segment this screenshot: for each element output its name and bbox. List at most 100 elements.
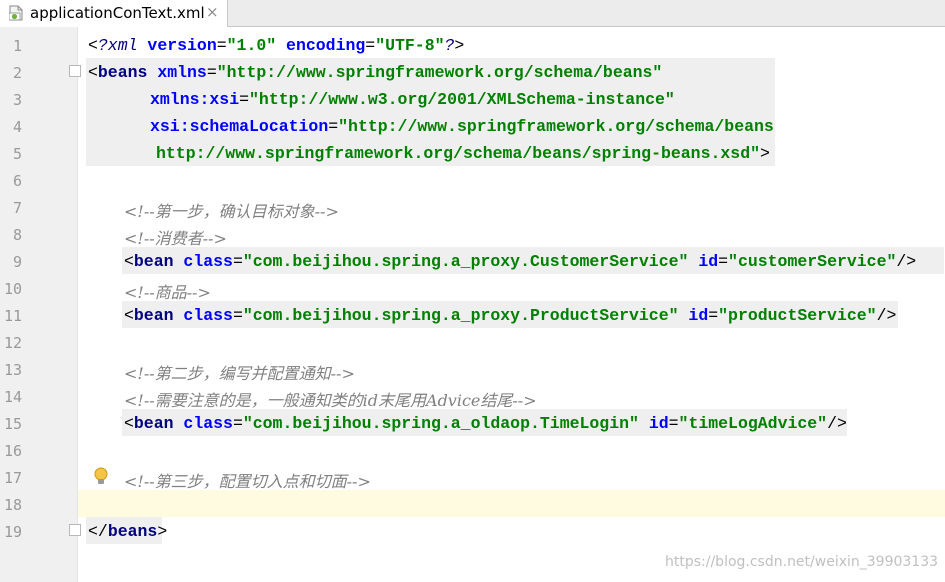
- line-number: 9: [12, 253, 22, 271]
- code-line[interactable]: 1 <?xml version="1.0" encoding="UTF-8"?>: [0, 31, 945, 58]
- line-number: 12: [3, 334, 22, 352]
- code-token: />: [827, 414, 847, 433]
- code-token: ?: [444, 36, 455, 55]
- code-line[interactable]: 16: [0, 436, 945, 463]
- code-line[interactable]: 11 <bean class="com.beijihou.spring.a_pro…: [0, 301, 945, 328]
- line-number: 14: [3, 388, 22, 406]
- code-token: "http://www.springframework.org/schema/b…: [216, 63, 663, 82]
- line-number: 13: [3, 361, 22, 379]
- code-token: xmlns: [157, 63, 207, 82]
- code-token: xsi:schemaLocation: [150, 117, 329, 136]
- line-number: 1: [12, 37, 22, 55]
- code-token: id: [678, 306, 709, 325]
- code-line[interactable]: 3 xmlns:xsi="http://www.w3.org/2001/XMLSc…: [0, 85, 945, 112]
- code-line[interactable]: 18: [0, 490, 945, 517]
- code-line[interactable]: 13 <!--第二步，编写并配置通知-->: [0, 355, 945, 384]
- code-line[interactable]: 19 </beans>: [0, 517, 945, 544]
- tab-title: applicationConText.xml: [30, 4, 205, 22]
- code-token: id: [638, 414, 669, 433]
- code-token: "customerService": [728, 252, 897, 271]
- watermark-text: https://blog.csdn.net/weixin_39903133: [665, 554, 939, 570]
- code-token: />: [876, 306, 897, 325]
- editor-tab-applicationcontext[interactable]: applicationConText.xml ×: [0, 0, 228, 27]
- code-token: class: [183, 306, 233, 325]
- code-token: "com.beijihou.spring.a_proxy.ProductServ…: [242, 306, 679, 325]
- code-token: <: [88, 36, 98, 55]
- code-token: <: [88, 63, 98, 82]
- fold-marker-icon[interactable]: [69, 524, 81, 536]
- code-token: =: [718, 252, 729, 271]
- code-text: <!--第二步，编写并配置通知-->: [124, 360, 355, 384]
- code-token: </: [88, 522, 108, 541]
- code-token: encoding: [276, 36, 366, 55]
- line-number: 16: [3, 442, 22, 460]
- line-number: 8: [12, 226, 22, 244]
- code-token: "UTF-8": [375, 36, 445, 55]
- code-line[interactable]: 14 <!--需要注意的是，一般通知类的id末尾用Advice结尾-->: [0, 382, 945, 411]
- code-text: <!--第三步，配置切入点和切面-->: [124, 468, 371, 492]
- code-line[interactable]: 9 <bean class="com.beijihou.spring.a_prox…: [0, 247, 945, 274]
- code-text: <!--第一步，确认目标对象-->: [124, 198, 339, 222]
- code-text: xsi:schemaLocation="http://www.springfra…: [150, 117, 774, 136]
- code-line[interactable]: 6: [0, 166, 945, 193]
- fold-marker-icon[interactable]: [69, 65, 81, 77]
- code-line[interactable]: 2 <beans xmlns="http://www.springframewor…: [0, 58, 945, 85]
- code-token: =: [232, 252, 243, 271]
- code-token: beans: [97, 63, 158, 82]
- code-line[interactable]: 15 <bean class="com.beijihou.spring.a_old…: [0, 409, 945, 436]
- code-line[interactable]: 12: [0, 328, 945, 355]
- code-token: <!--商品-->: [124, 283, 211, 302]
- code-token: =: [365, 36, 376, 55]
- current-line-highlight: [78, 490, 945, 517]
- code-line[interactable]: 10 <!--商品-->: [0, 274, 945, 303]
- code-token: />: [896, 252, 917, 271]
- line-number: 10: [3, 280, 22, 298]
- line-number: 17: [3, 469, 22, 487]
- line-number: 19: [3, 523, 22, 541]
- code-token: =: [216, 36, 227, 55]
- code-token: <: [124, 306, 134, 325]
- code-text: http://www.springframework.org/schema/be…: [156, 144, 770, 163]
- code-token: class: [183, 252, 233, 271]
- code-text: <bean class="com.beijihou.spring.a_proxy…: [124, 252, 916, 271]
- intention-bulb-icon[interactable]: [93, 467, 109, 487]
- tab-close-icon[interactable]: ×: [206, 3, 219, 21]
- code-token: bean: [133, 306, 184, 325]
- code-token: >: [454, 36, 465, 55]
- code-line[interactable]: 8 <!--消费者-->: [0, 220, 945, 249]
- code-token: bean: [133, 252, 184, 271]
- code-text: <!--需要注意的是，一般通知类的id末尾用Advice结尾-->: [124, 387, 537, 411]
- code-token: "http://www.w3.org/2001/XMLSchema-instan…: [249, 90, 675, 109]
- code-token: http://www.springframework.org/schema/be…: [156, 144, 760, 163]
- code-token: =: [328, 117, 339, 136]
- code-text: <!--消费者-->: [124, 225, 227, 249]
- code-text: <!--商品-->: [124, 279, 211, 303]
- spring-xml-file-icon: [9, 5, 23, 21]
- code-token: "productService": [718, 306, 877, 325]
- code-line[interactable]: 5 http://www.springframework.org/schema/b…: [0, 139, 945, 166]
- code-token: =: [668, 414, 679, 433]
- code-token: "com.beijihou.spring.a_proxy.CustomerSer…: [242, 252, 689, 271]
- code-token: >: [760, 144, 770, 163]
- code-token: >: [157, 522, 168, 541]
- code-token: xmlns:xsi: [150, 90, 240, 109]
- line-number: 4: [12, 118, 22, 136]
- code-text: <bean class="com.beijihou.spring.a_proxy…: [124, 306, 896, 325]
- line-number: 11: [3, 307, 22, 325]
- line-number: 6: [12, 172, 22, 190]
- code-line[interactable]: 7 <!--第一步，确认目标对象-->: [0, 193, 945, 222]
- code-editor[interactable]: 1 <?xml version="1.0" encoding="UTF-8"?> 2…: [0, 27, 945, 582]
- code-line[interactable]: 17 <!--第三步，配置切入点和切面-->: [0, 463, 945, 492]
- code-token: <!--第三步，配置切入点和切面-->: [124, 472, 371, 491]
- code-token: class: [183, 414, 233, 433]
- code-token: beans: [107, 522, 158, 541]
- code-text: xmlns:xsi="http://www.w3.org/2001/XMLSch…: [150, 90, 675, 109]
- code-token: id: [688, 252, 719, 271]
- code-token: "timeLogAdvice": [678, 414, 828, 433]
- line-number: 7: [12, 199, 22, 217]
- code-token: ?xml: [97, 36, 148, 55]
- code-token: =: [206, 63, 217, 82]
- code-token: "1.0": [226, 36, 277, 55]
- code-line[interactable]: 4 xsi:schemaLocation="http://www.springfr…: [0, 112, 945, 139]
- code-token: =: [239, 90, 250, 109]
